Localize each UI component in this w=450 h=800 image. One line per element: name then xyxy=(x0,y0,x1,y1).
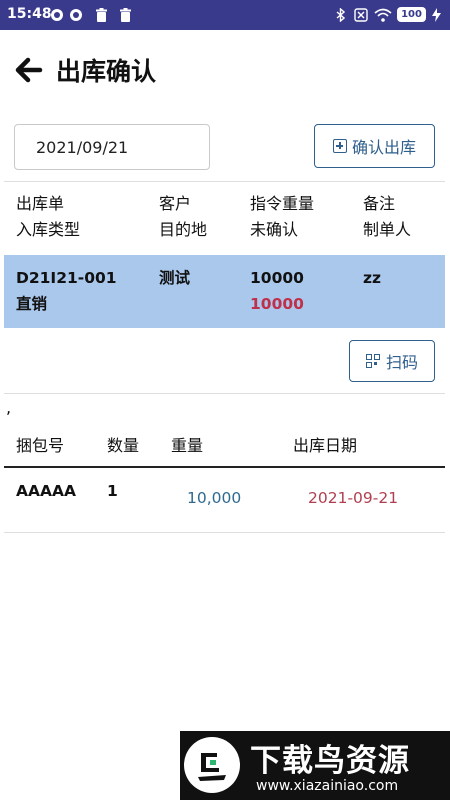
scan-button[interactable]: 扫码 xyxy=(349,340,435,382)
bundle-no: AAAAA xyxy=(16,482,76,500)
record-icon xyxy=(70,9,82,21)
bundle-weight: 10,000 xyxy=(187,489,242,507)
orders-table-header: 出库单 入库类型 客户 目的地 指令重量 未确认 备注 制单人 xyxy=(0,191,450,251)
header-creator: 制单人 xyxy=(363,220,412,239)
divider xyxy=(4,532,445,533)
order-remark: zz xyxy=(363,269,382,287)
battery-icon: 100 xyxy=(397,7,426,22)
status-icons-right: 100 xyxy=(336,7,446,23)
watermark-title: 下载鸟资源 xyxy=(250,743,410,779)
header-bundle-no: 捆包号 xyxy=(16,436,65,455)
order-no: D21I21-001 xyxy=(16,269,117,287)
order-customer: 测试 xyxy=(159,269,191,287)
wifi-icon xyxy=(374,8,392,22)
qr-code-icon xyxy=(365,354,380,368)
trash-icon xyxy=(120,8,131,22)
trash-icon xyxy=(96,8,107,22)
battery-level: 100 xyxy=(401,9,422,20)
no-sim-icon xyxy=(354,8,368,22)
record-icon xyxy=(51,9,63,21)
status-bar: 15:48 100 xyxy=(0,0,450,30)
watermark-url: www.xiazainiao.com xyxy=(256,778,399,794)
header-quantity: 数量 xyxy=(107,436,140,455)
header-customer: 客户 xyxy=(159,194,192,213)
arrow-left-icon xyxy=(15,57,43,83)
charging-icon xyxy=(432,8,441,22)
header-inbound-type: 入库类型 xyxy=(16,220,81,239)
order-weight: 10000 xyxy=(250,269,304,287)
date-input[interactable] xyxy=(14,124,210,170)
scan-label: 扫码 xyxy=(385,353,418,372)
bluetooth-icon xyxy=(336,8,345,22)
bundle-quantity: 1 xyxy=(107,482,118,500)
header-outbound-date: 出库日期 xyxy=(293,436,358,455)
order-unconfirmed: 10000 xyxy=(250,295,304,313)
confirm-outbound-button[interactable]: 确认出库 xyxy=(314,124,435,168)
divider xyxy=(4,393,445,394)
page-title: 出库确认 xyxy=(56,57,157,86)
order-type: 直销 xyxy=(16,295,48,313)
header-remark: 备注 xyxy=(363,194,396,213)
separator-text: , xyxy=(6,398,12,417)
bird-icon xyxy=(190,743,234,787)
header-destination: 目的地 xyxy=(159,220,208,239)
header-weight: 重量 xyxy=(171,436,204,455)
divider xyxy=(4,181,445,182)
bundles-table-header: 捆包号 数量 重量 出库日期 xyxy=(0,428,450,458)
confirm-outbound-label: 确认出库 xyxy=(351,138,416,157)
table-row[interactable]: AAAAA 1 10,000 2021-09-21 xyxy=(0,468,450,531)
app-bar: 出库确认 xyxy=(0,30,450,110)
back-button[interactable] xyxy=(12,54,44,86)
header-unconfirmed: 未确认 xyxy=(250,220,299,239)
watermark-logo xyxy=(184,737,240,793)
watermark: 下载鸟资源 www.xiazainiao.com xyxy=(180,731,450,800)
bundle-date: 2021-09-21 xyxy=(308,489,399,507)
plus-square-icon xyxy=(332,139,347,153)
header-order-no: 出库单 xyxy=(16,194,65,213)
header-command-weight: 指令重量 xyxy=(250,194,315,213)
table-row[interactable]: D21I21-001 直销 测试 10000 10000 zz xyxy=(4,255,445,328)
status-time: 15:48 xyxy=(7,6,52,22)
